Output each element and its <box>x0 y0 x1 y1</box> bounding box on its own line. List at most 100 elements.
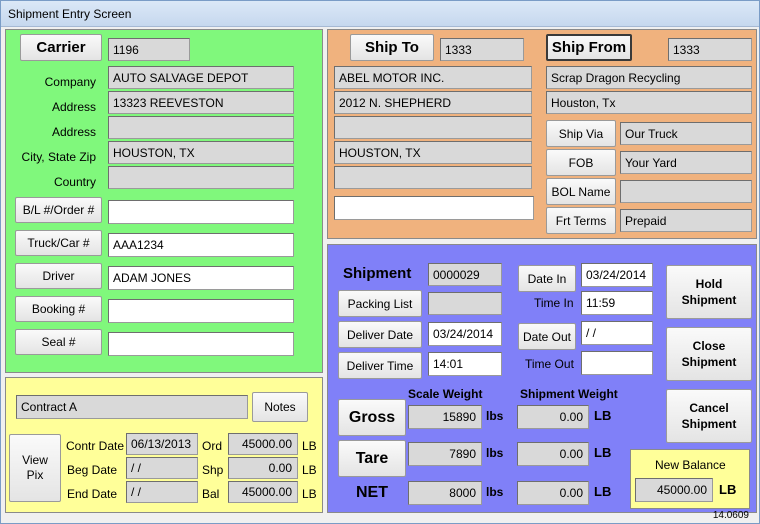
seal-field[interactable] <box>108 332 294 356</box>
country-field[interactable] <box>108 166 294 189</box>
shipment-panel: Shipment 0000029 Packing List Deliver Da… <box>327 244 757 513</box>
tare-lb-unit: LB <box>594 445 612 460</box>
date-in-field[interactable]: 03/24/2014 <box>581 263 653 287</box>
truck-car-field[interactable]: AAA1234 <box>108 233 294 257</box>
tare-lbs-unit: lbs <box>486 446 504 460</box>
bol-name-field[interactable] <box>620 180 752 203</box>
bl-order-button[interactable]: B/L #/Order # <box>15 197 102 223</box>
bal-label: Bal <box>202 487 220 501</box>
fob-button[interactable]: FOB <box>546 149 616 176</box>
ord-field[interactable]: 45000.00 <box>228 433 298 455</box>
tare-button[interactable]: Tare <box>338 440 406 477</box>
address1-field[interactable]: 13323 REEVESTON <box>108 91 294 114</box>
shipment-weight-header: Shipment Weight <box>520 387 618 401</box>
net-scale-field[interactable]: 8000 <box>408 481 482 505</box>
net-lbs-unit: lbs <box>486 485 504 499</box>
fob-field[interactable]: Your Yard <box>620 151 752 174</box>
bol-name-button[interactable]: BOL Name <box>546 178 616 205</box>
new-balance-unit: LB <box>719 482 737 497</box>
gross-button[interactable]: Gross <box>338 399 406 436</box>
packing-list-field[interactable] <box>428 292 502 315</box>
deliver-date-button[interactable]: Deliver Date <box>338 321 422 348</box>
company-label: Company <box>44 75 96 89</box>
booking-button[interactable]: Booking # <box>15 296 102 322</box>
shipment-number-field[interactable]: 0000029 <box>428 263 502 286</box>
ship-from-button[interactable]: Ship From <box>546 34 632 61</box>
date-in-button[interactable]: Date In <box>518 265 576 292</box>
carrier-panel: Carrier 1196 Company AUTO SALVAGE DEPOT … <box>5 29 323 373</box>
gross-lbs-unit: lbs <box>486 409 504 423</box>
hold-shipment-button[interactable]: Hold Shipment <box>666 265 752 319</box>
ord-label: Ord <box>202 439 223 453</box>
beg-date-field[interactable]: / / <box>126 457 198 479</box>
ship-to-button[interactable]: Ship To <box>350 34 434 61</box>
deliver-time-field[interactable]: 14:01 <box>428 352 502 376</box>
shp-field[interactable]: 0.00 <box>228 457 298 479</box>
shp-label: Shp <box>202 463 224 477</box>
new-balance-field: 45000.00 <box>635 478 713 502</box>
ship-to-line2[interactable]: 2012 N. SHEPHERD <box>334 91 532 114</box>
tare-ship-field[interactable]: 0.00 <box>517 442 589 466</box>
ship-to-line5[interactable] <box>334 166 532 189</box>
ship-to-line1[interactable]: ABEL MOTOR INC. <box>334 66 532 89</box>
time-out-label: Time Out <box>525 357 574 371</box>
address2-field[interactable] <box>108 116 294 139</box>
packing-list-button[interactable]: Packing List <box>338 290 422 317</box>
time-out-field[interactable] <box>581 351 653 375</box>
time-in-field[interactable]: 11:59 <box>581 291 653 315</box>
deliver-date-field[interactable]: 03/24/2014 <box>428 322 502 346</box>
ship-to-line6[interactable] <box>334 196 534 220</box>
city-state-zip-label: City, State Zip <box>21 150 96 164</box>
date-out-field[interactable]: / / <box>581 321 653 345</box>
driver-button[interactable]: Driver <box>15 263 102 289</box>
city-field[interactable]: HOUSTON, TX <box>108 141 294 164</box>
version-label: 14.0609 <box>712 510 749 521</box>
new-balance-label: New Balance <box>655 458 726 472</box>
ship-from-line2[interactable]: Houston, Tx <box>546 91 752 114</box>
bl-order-field[interactable] <box>108 200 294 224</box>
ship-via-field[interactable]: Our Truck <box>620 122 752 145</box>
net-lb-unit: LB <box>594 484 612 499</box>
deliver-time-button[interactable]: Deliver Time <box>338 352 422 379</box>
new-balance-box: New Balance 45000.00 LB <box>630 449 750 509</box>
contr-date-field[interactable]: 06/13/2013 <box>126 433 198 455</box>
gross-scale-field[interactable]: 15890 <box>408 405 482 429</box>
view-pix-button[interactable]: View Pix <box>9 434 61 502</box>
contr-date-label: Contr Date <box>66 439 125 453</box>
bal-field[interactable]: 45000.00 <box>228 481 298 503</box>
shp-unit: LB <box>302 463 317 477</box>
address2-label: Address <box>51 125 96 139</box>
window-title: Shipment Entry Screen <box>8 7 132 21</box>
notes-button[interactable]: Notes <box>252 392 308 422</box>
cancel-shipment-label: Cancel Shipment <box>681 401 737 431</box>
ship-from-id-field[interactable]: 1333 <box>668 38 752 61</box>
frt-terms-button[interactable]: Frt Terms <box>546 207 616 234</box>
net-ship-field[interactable]: 0.00 <box>517 481 589 505</box>
carrier-id-field[interactable]: 1196 <box>108 38 190 61</box>
scale-weight-header: Scale Weight <box>408 387 483 401</box>
ship-via-button[interactable]: Ship Via <box>546 120 616 147</box>
ship-to-id-field[interactable]: 1333 <box>440 38 524 61</box>
close-shipment-label: Close Shipment <box>681 339 737 369</box>
close-shipment-button[interactable]: Close Shipment <box>666 327 752 381</box>
date-out-button[interactable]: Date Out <box>518 323 576 350</box>
ship-to-line4[interactable]: HOUSTON, TX <box>334 141 532 164</box>
ship-to-line3[interactable] <box>334 116 532 139</box>
truck-car-button[interactable]: Truck/Car # <box>15 230 102 256</box>
frt-terms-field[interactable]: Prepaid <box>620 209 752 232</box>
seal-button[interactable]: Seal # <box>15 329 102 355</box>
title-bar: Shipment Entry Screen <box>1 1 759 27</box>
cancel-shipment-button[interactable]: Cancel Shipment <box>666 389 752 443</box>
gross-ship-field[interactable]: 0.00 <box>517 405 589 429</box>
bal-unit: LB <box>302 487 317 501</box>
end-date-field[interactable]: / / <box>126 481 198 503</box>
booking-field[interactable] <box>108 299 294 323</box>
tare-scale-field[interactable]: 7890 <box>408 442 482 466</box>
address1-label: Address <box>51 100 96 114</box>
company-field[interactable]: AUTO SALVAGE DEPOT <box>108 66 294 89</box>
contract-name-field[interactable]: Contract A <box>16 395 248 419</box>
ship-from-line1[interactable]: Scrap Dragon Recycling <box>546 66 752 89</box>
driver-field[interactable]: ADAM JONES <box>108 266 294 290</box>
view-pix-label: View Pix <box>22 453 48 482</box>
carrier-button[interactable]: Carrier <box>20 34 102 61</box>
